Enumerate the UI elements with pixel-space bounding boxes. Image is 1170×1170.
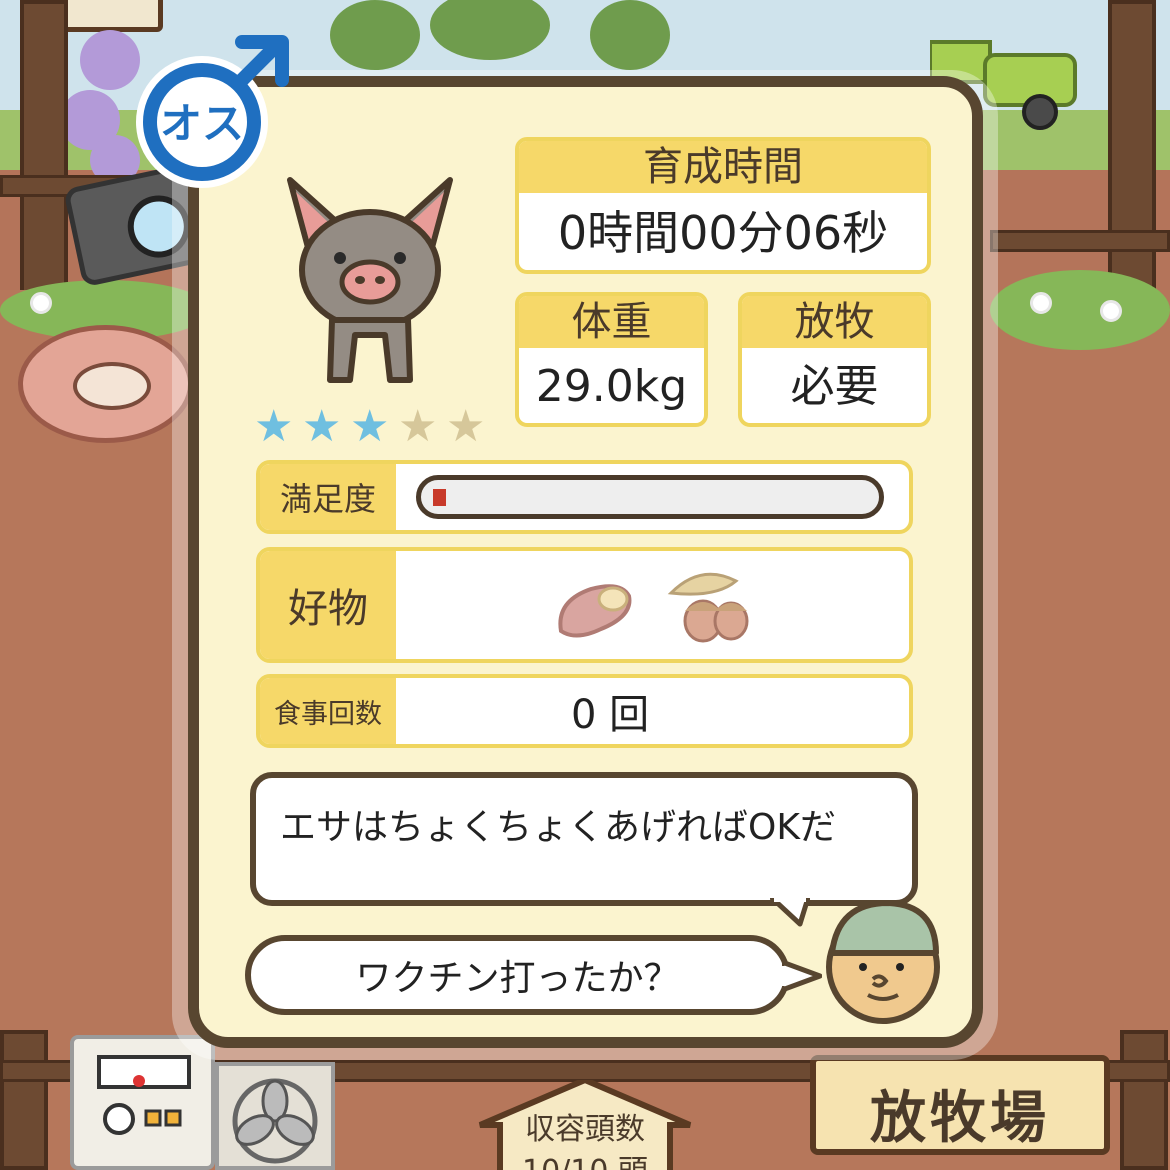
bubble-tail (770, 898, 810, 927)
growth-time-box: 育成時間 0時間00分06秒 (515, 137, 931, 274)
male-symbol-icon: オス (136, 35, 289, 188)
star-icon: ★ (350, 401, 390, 452)
pasture-label: 放牧 (742, 296, 927, 348)
bubble-tail (782, 959, 822, 993)
star-icon: ★ (302, 401, 342, 452)
acorn-icon (667, 572, 749, 643)
meal-count-value: 0 回 (571, 692, 650, 738)
farmer-tip-bubble: エサはちょくちょくあげればOKだ (250, 772, 918, 906)
clover-bush (990, 270, 1170, 350)
sex-label: オス (160, 99, 244, 148)
feed-dish (18, 325, 193, 443)
star-icon: ★ (398, 401, 438, 452)
clover-flower (1030, 292, 1052, 314)
pasture-sign-label: 放牧場 (870, 1086, 1050, 1151)
weight-label: 体重 (519, 296, 704, 348)
tree (590, 0, 670, 70)
capacity-house: 収容頭数 10/10 頭 (470, 1080, 700, 1170)
meal-count-label: 食事回数 (260, 678, 396, 744)
fan-icon (232, 1078, 318, 1164)
satisfaction-bar (416, 475, 884, 519)
satisfaction-row: 満足度 (256, 460, 913, 534)
satisfaction-fill (433, 489, 446, 506)
farmer-avatar (826, 900, 940, 1024)
star-icon: ★ (254, 401, 294, 452)
star-icon: ★ (446, 401, 486, 452)
fence-post (20, 0, 68, 300)
pasture-box: 放牧 必要 (738, 292, 931, 427)
sweet-potato-icon (558, 584, 632, 638)
favorite-food-row: 好物 (256, 547, 913, 663)
farmer-tip-text: エサはちょくちょくあげればOKだ (280, 807, 836, 848)
weight-value: 29.0kg (535, 361, 688, 412)
clover-flower (30, 292, 52, 314)
growth-time-value: 0時間00分06秒 (557, 206, 889, 260)
capacity-value: 10/10 頭 (470, 1146, 700, 1170)
fan-button[interactable] (215, 1062, 335, 1170)
capacity-label: 収容頭数 (525, 1112, 645, 1147)
weight-box: 体重 29.0kg (515, 292, 708, 427)
fence-post (1108, 0, 1156, 300)
vaccine-question-button[interactable]: ワクチン打ったか？ (245, 935, 790, 1015)
fence-post (0, 1030, 48, 1170)
gauge-tool-button[interactable] (70, 1035, 215, 1170)
gauge-icon (97, 1055, 191, 1135)
tree (330, 0, 420, 70)
growth-time-label: 育成時間 (519, 141, 927, 193)
fence-post (1120, 1030, 1168, 1170)
vaccine-question-text: ワクチン打ったか？ (355, 958, 680, 999)
favorite-label: 好物 (260, 551, 396, 659)
rating-stars: ★ ★ ★ ★ ★ (254, 405, 494, 449)
clover-flower (1100, 300, 1122, 322)
satisfaction-label: 満足度 (260, 464, 396, 530)
pasture-signboard[interactable]: 放牧場 (810, 1055, 1110, 1155)
pasture-value: 必要 (790, 361, 879, 412)
meal-count-row: 食事回数 0 回 (256, 674, 913, 748)
pig-icon (287, 177, 453, 383)
fence-rail (990, 230, 1170, 252)
